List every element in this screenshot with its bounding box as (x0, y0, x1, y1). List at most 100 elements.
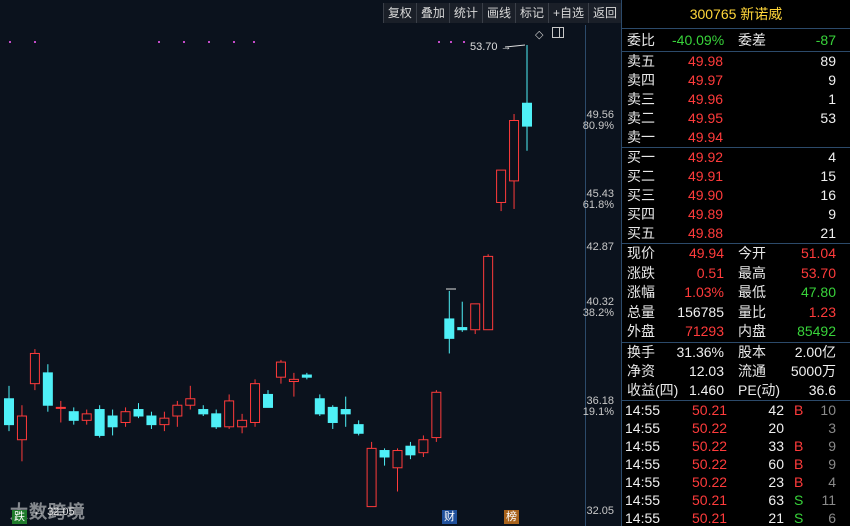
stat-row: 现价 49.94 今开 51.04 (622, 244, 850, 264)
candle[interactable] (392, 448, 403, 492)
finance-row: 换手 31.36% 股本 2.00亿 (622, 343, 850, 362)
stat-label: 涨跌 (627, 264, 655, 281)
tick-side: B (794, 455, 804, 472)
event-dot (208, 41, 210, 43)
bid-level-label: 买三 (627, 187, 655, 203)
tick-count: 9 (828, 455, 836, 472)
candle[interactable] (275, 359, 286, 384)
finance-row: 净资 12.03 流通 5000万 (622, 362, 850, 381)
bid-price: 49.90 (688, 187, 724, 203)
ask-volume: 9 (828, 72, 836, 88)
kline-chart[interactable]: 复权 叠加 统计 画线 标记 +自选 返回 ◇ 49.56 80.9% 45.4… (0, 0, 621, 526)
bid-book: 买一 49.92 4 买二 49.91 15 买三 49.90 16 买四 49.89 9 买五 49.8… (622, 148, 850, 243)
tick-side: B (794, 401, 804, 418)
ask-level-label: 卖五 (627, 53, 655, 69)
ask-volume: 89 (820, 53, 836, 69)
candle[interactable] (379, 448, 390, 466)
stat-value: 1.03% (684, 284, 724, 300)
tick-volume: 33 (768, 437, 784, 454)
ask-price: 49.96 (688, 91, 724, 107)
bid-level-label: 买一 (627, 149, 655, 165)
ask-volume: 1 (828, 91, 836, 107)
candle[interactable] (418, 435, 429, 457)
candle-body (444, 318, 455, 339)
stat-row: 总量 156785 量比 1.23 (622, 303, 850, 323)
ask-level-label: 卖一 (627, 129, 655, 145)
tick-row: 14:55 50.22 23 B 4 (622, 473, 850, 491)
bid-price: 49.88 (688, 225, 724, 241)
weibi-row: 委比 -40.09% 委差 -87 (622, 29, 850, 51)
ask-book: 卖五 49.98 89 卖四 49.97 9 卖三 49.96 1 卖二 49.95 53 卖一 49.9… (622, 52, 850, 147)
stock-header: 300765 新诺威 (622, 0, 850, 28)
finance-value: 12.03 (688, 362, 724, 379)
weicha-label: 委差 (738, 32, 766, 48)
finance-report-marker[interactable]: 财 (442, 510, 457, 524)
tick-side: B (794, 473, 804, 490)
finance-value: 5000万 (790, 362, 836, 379)
ask-volume: 53 (820, 110, 836, 126)
finance-value: 2.00亿 (794, 343, 836, 360)
candle[interactable] (29, 349, 40, 391)
candle-body (16, 415, 27, 441)
candle-body (29, 352, 40, 385)
tick-count: 6 (828, 509, 836, 526)
event-dot (463, 41, 465, 43)
axis-pct-label: 38.2% (582, 307, 614, 319)
tick-volume: 20 (768, 419, 784, 436)
tick-price: 50.21 (692, 491, 728, 508)
candle-body (353, 424, 364, 434)
quote-panel: 300765 新诺威 委比 -40.09% 委差 -87 卖五 49.98 89 卖四… (621, 0, 850, 526)
tick-count: 9 (828, 437, 836, 454)
back-button[interactable]: 返回 (587, 3, 621, 23)
candle[interactable] (301, 372, 312, 380)
bid-row: 买二 49.91 15 (622, 167, 850, 186)
axis-price-label: 40.32 (586, 296, 614, 308)
bid-volume: 15 (820, 168, 836, 184)
finance-label: 流通 (738, 362, 766, 379)
candle[interactable] (522, 45, 532, 151)
price-stats: 现价 49.94 今开 51.04 涨跌 0.51 最高 53.70 涨幅 1.03% 最低 47.8… (622, 244, 850, 342)
candle-body (159, 417, 170, 426)
candle[interactable] (353, 420, 364, 436)
tick-price: 50.22 (692, 437, 728, 454)
bid-level-label: 买五 (627, 225, 655, 241)
tick-count: 4 (828, 473, 836, 490)
stat-row: 涨跌 0.51 最高 53.70 (622, 264, 850, 284)
event-dot (253, 41, 255, 43)
event-dot (9, 41, 11, 43)
stat-label: 现价 (627, 245, 655, 261)
weibi-label: 委比 (627, 32, 655, 48)
ask-price: 49.94 (688, 129, 724, 145)
bid-row: 买三 49.90 16 (622, 186, 850, 205)
tick-time: 14:55 (625, 455, 661, 472)
candle[interactable] (366, 441, 377, 508)
event-dot (438, 41, 440, 43)
high-price-value: 53.70 (470, 41, 498, 53)
bid-price: 49.91 (688, 168, 724, 184)
tick-list[interactable]: 14:55 50.21 42 B 10 14:55 50.22 20 3 14:55 50.22 33… (622, 401, 850, 526)
finance-label: 收益(四) (627, 381, 679, 398)
finance-value: 36.6 (808, 381, 836, 398)
tick-side: B (794, 437, 804, 454)
bid-row: 买一 49.92 4 (622, 148, 850, 167)
tick-price: 50.21 (692, 401, 728, 418)
tick-volume: 63 (768, 491, 784, 508)
limit-down-marker[interactable]: 跌 (12, 510, 27, 524)
weibi-value: -40.09% (672, 32, 725, 48)
finance-value: 31.36% (676, 343, 724, 360)
axis-pct-label: 80.9% (582, 120, 614, 132)
axis-price-label: 49.56 (586, 109, 614, 121)
stock-code: 300765 (689, 6, 737, 22)
dragon-tiger-list-marker[interactable]: 榜 (504, 510, 519, 524)
stat-label: 最高 (738, 264, 766, 281)
stat-row: 涨幅 1.03% 最低 47.80 (622, 283, 850, 303)
event-dot (183, 41, 185, 43)
stat-value: 51.04 (800, 245, 836, 261)
weicha-value: -87 (815, 32, 836, 48)
event-dot (450, 41, 452, 43)
finance-label: 净资 (627, 362, 655, 379)
bid-row: 买五 49.88 21 (622, 224, 850, 243)
candle[interactable] (405, 441, 416, 460)
candle[interactable] (288, 372, 299, 397)
stat-label: 今开 (738, 245, 766, 261)
